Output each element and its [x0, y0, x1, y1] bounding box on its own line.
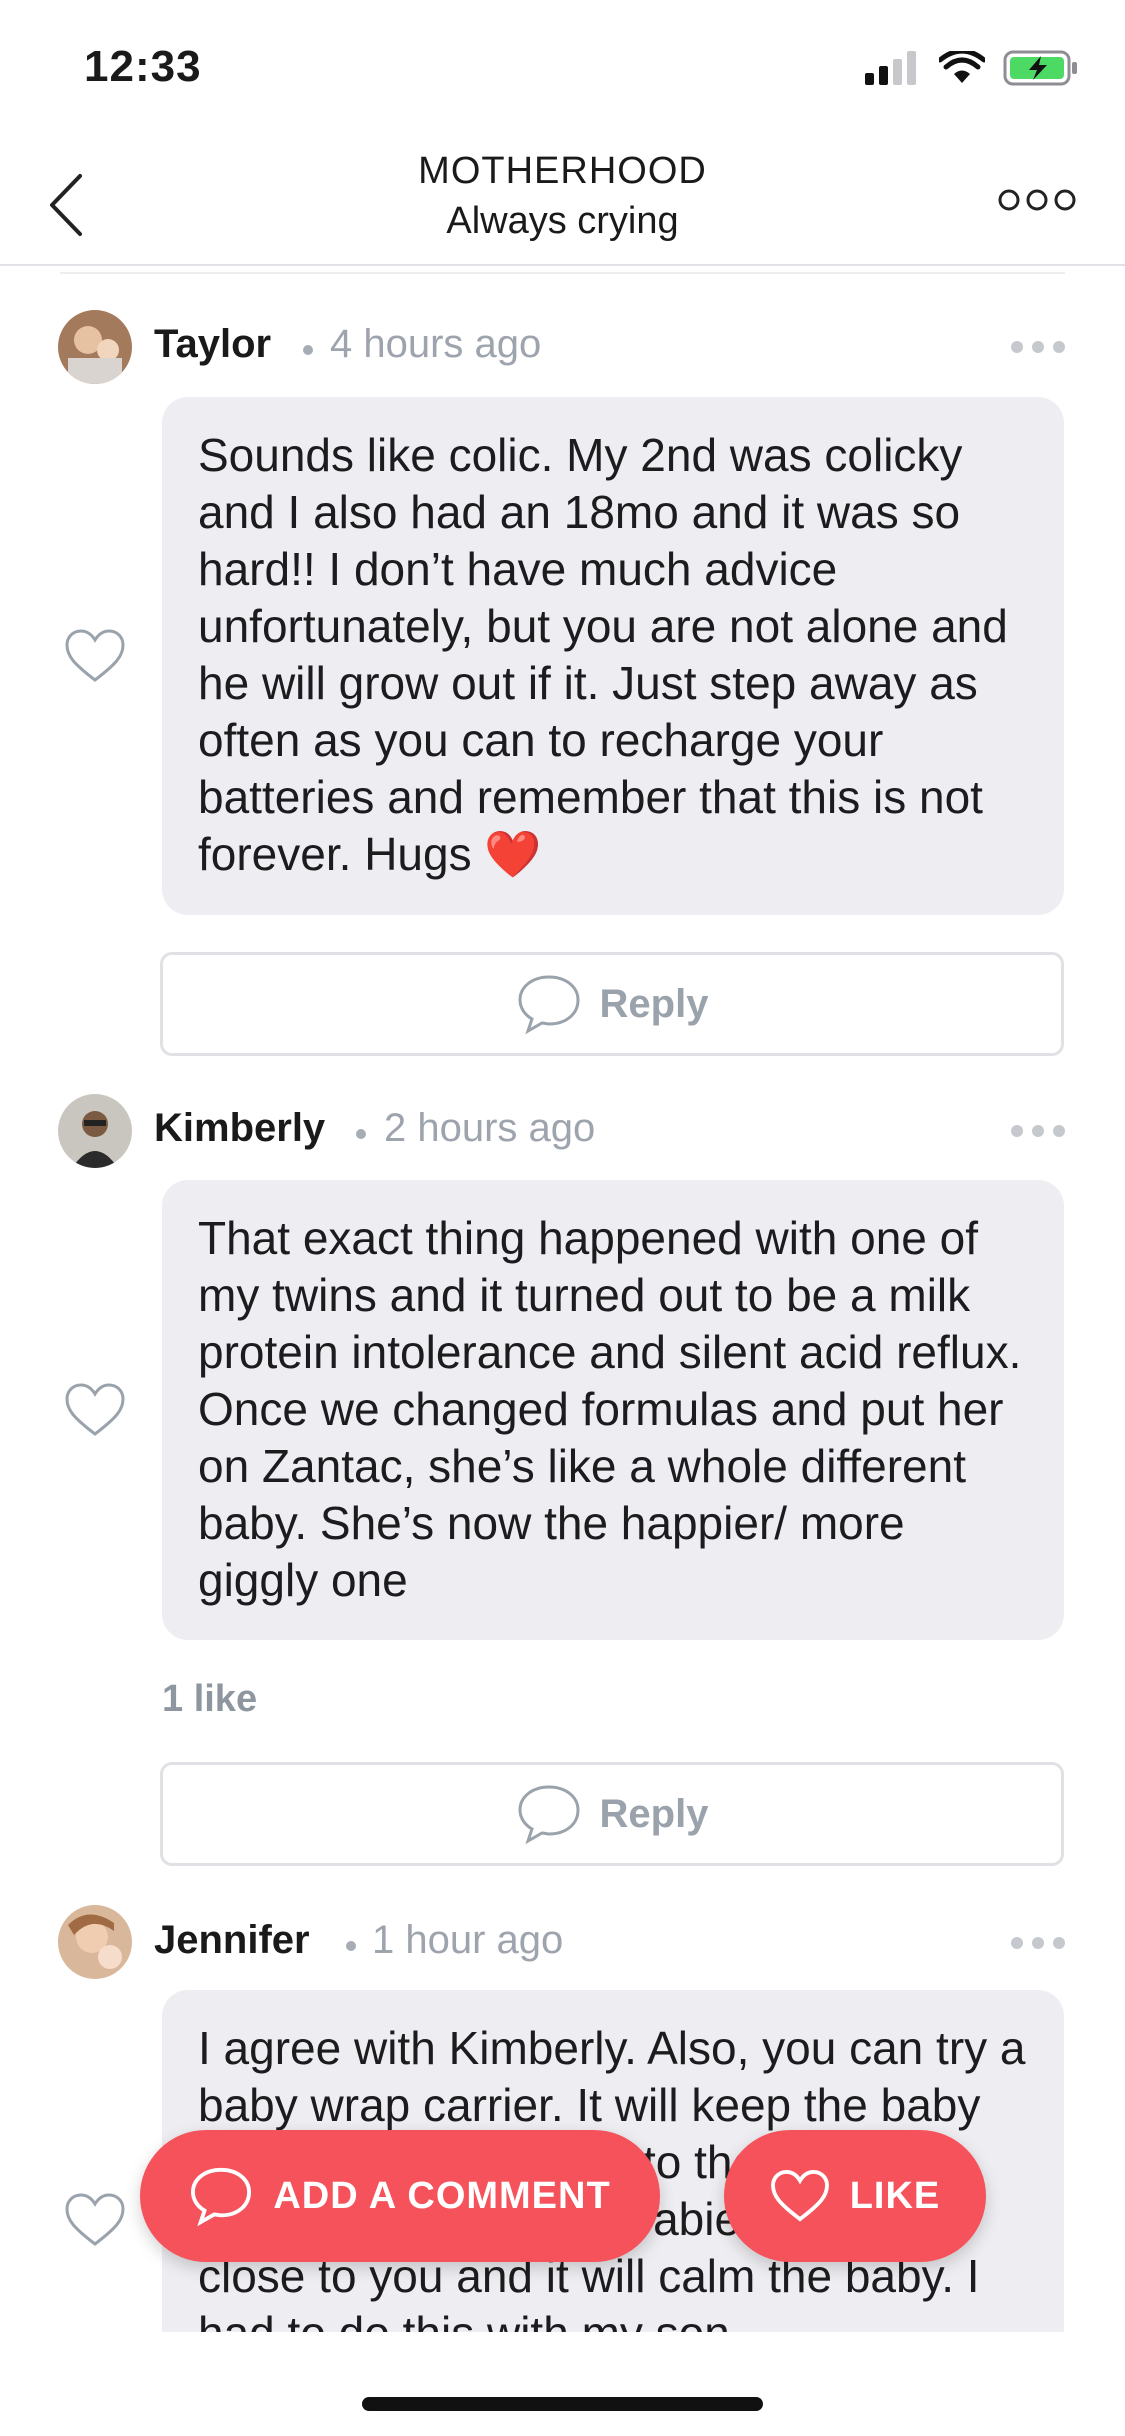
comment-options-icon[interactable]: [1010, 1124, 1066, 1138]
heart-icon[interactable]: [64, 628, 126, 684]
speech-bubble-icon: [518, 1785, 580, 1845]
battery-charging-icon: [1003, 50, 1077, 86]
post-title: Always crying: [446, 200, 679, 242]
avatar-photo-icon: [58, 310, 132, 384]
like-count[interactable]: 1 like: [162, 1678, 257, 1721]
avatar[interactable]: [58, 310, 132, 384]
separator-dot: [303, 345, 313, 355]
heart-icon[interactable]: [64, 2192, 126, 2248]
nav-bar: MOTHERHOOD Always crying: [0, 140, 1125, 266]
comment-text: Sounds like colic. My 2nd was colicky an…: [162, 397, 1064, 915]
reply-label: Reply: [599, 1791, 709, 1836]
comment-options-icon[interactable]: [1010, 1936, 1066, 1950]
home-indicator[interactable]: [362, 2397, 763, 2411]
add-comment-button[interactable]: ADD A COMMENT: [140, 2130, 660, 2262]
like-label: LIKE: [849, 2174, 941, 2217]
heart-icon[interactable]: [64, 1382, 126, 1438]
group-title: MOTHERHOOD: [418, 150, 707, 192]
status-time: 12:33: [84, 42, 202, 91]
reply-button[interactable]: Reply: [160, 1762, 1064, 1866]
separator-dot: [356, 1129, 366, 1139]
status-bar: 12:33: [0, 0, 1125, 140]
avatar-photo-icon: [58, 1905, 132, 1979]
reply-button[interactable]: Reply: [160, 952, 1064, 1056]
separator-dot: [346, 1941, 356, 1951]
comment-time: 1 hour ago: [372, 1918, 564, 1962]
speech-bubble-icon: [518, 975, 580, 1035]
more-options-icon[interactable]: [997, 186, 1077, 214]
comment-author[interactable]: Jennifer: [154, 1918, 310, 1963]
add-comment-label: ADD A COMMENT: [273, 2174, 611, 2217]
comment-author[interactable]: Taylor: [154, 322, 271, 367]
comment-time: 4 hours ago: [330, 322, 542, 366]
comment-options-icon[interactable]: [1010, 340, 1066, 354]
avatar[interactable]: [58, 1094, 132, 1168]
avatar-photo-icon: [58, 1094, 132, 1168]
comment-time: 2 hours ago: [384, 1106, 596, 1150]
divider: [60, 272, 1065, 274]
avatar[interactable]: [58, 1905, 132, 1979]
comment-text: That exact thing happened with one of my…: [162, 1180, 1064, 1640]
comment-author[interactable]: Kimberly: [154, 1106, 325, 1151]
like-button[interactable]: LIKE: [724, 2130, 986, 2262]
speech-bubble-icon: [191, 2167, 252, 2226]
reply-label: Reply: [599, 981, 709, 1026]
cellular-signal-icon: [865, 51, 916, 85]
bottom-area: [0, 2332, 1125, 2436]
status-icons: [865, 50, 1079, 86]
wifi-icon: [939, 51, 985, 83]
heart-icon: [770, 2169, 829, 2222]
